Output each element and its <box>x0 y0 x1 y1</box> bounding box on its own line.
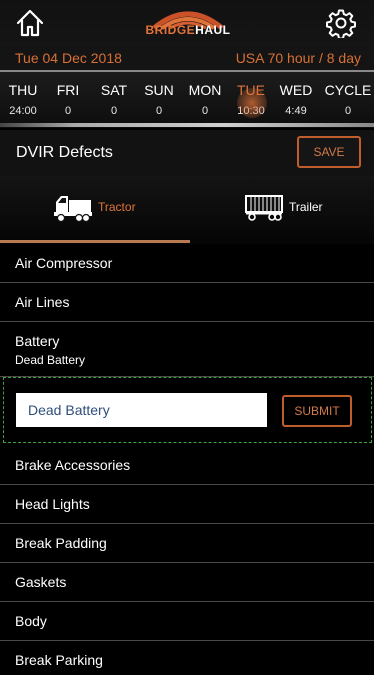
section-header: DVIR Defects SAVE <box>0 130 374 176</box>
tab-tractor[interactable]: Tractor <box>0 176 187 244</box>
truck-icon <box>54 196 92 223</box>
day-hours: 0 <box>110 105 118 117</box>
defect-note-input[interactable] <box>16 393 267 427</box>
defect-label: Break Padding <box>15 535 107 551</box>
day-hours: 24:00 <box>9 105 37 117</box>
day-mon[interactable]: MON 0 <box>180 82 230 117</box>
vehicle-tabs: Tractor Trailer <box>0 176 374 244</box>
day-hours: 0 <box>201 105 209 117</box>
day-thu[interactable]: THU 24:00 <box>0 82 48 117</box>
tab-label: Tractor <box>98 200 136 214</box>
day-name: FRI <box>56 82 80 98</box>
defect-label: Body <box>15 613 47 629</box>
day-name: THU <box>8 82 38 98</box>
defect-note: Dead Battery <box>15 353 86 367</box>
defect-label: Gaskets <box>15 574 67 590</box>
defect-label: Break Parking <box>15 652 103 668</box>
brand-name-part2: HAUL <box>195 23 231 37</box>
home-icon <box>16 9 44 37</box>
defect-label: Battery <box>15 333 60 349</box>
trailer-icon <box>245 195 283 221</box>
defect-label: Head Lights <box>15 496 90 512</box>
day-hours: 0 <box>344 105 352 117</box>
day-name: WED <box>279 82 313 98</box>
day-hours: 4:49 <box>285 105 307 117</box>
date-bar: Tue 04 Dec 2018 USA 70 hour / 8 day <box>0 46 374 70</box>
home-button[interactable] <box>15 8 45 38</box>
app-header: BRIDGEHAUL <box>0 0 374 46</box>
defect-item-battery[interactable]: Battery Dead Battery <box>0 322 374 377</box>
defect-item-head-lights[interactable]: Head Lights <box>0 485 374 524</box>
tab-trailer[interactable]: Trailer <box>187 176 374 244</box>
defect-item-gaskets[interactable]: Gaskets <box>0 563 374 602</box>
settings-button[interactable] <box>326 8 356 40</box>
submit-button[interactable]: SUBMIT <box>282 395 352 427</box>
brand-logo: BRIDGEHAUL <box>140 6 236 42</box>
active-tab-underline <box>0 240 190 243</box>
defect-label: Brake Accessories <box>15 457 131 473</box>
defect-item-air-compressor[interactable]: Air Compressor <box>0 244 374 283</box>
day-wed[interactable]: WED 4:49 <box>271 82 321 117</box>
defect-note-editor: SUBMIT <box>3 377 372 443</box>
day-hours: 0 <box>64 105 72 117</box>
page-title: DVIR Defects <box>16 144 113 161</box>
hos-rule: USA 70 hour / 8 day <box>235 50 361 66</box>
gear-icon <box>326 9 356 40</box>
day-hours: 0 <box>155 105 163 117</box>
defect-item-brake-accessories[interactable]: Brake Accessories <box>0 445 374 485</box>
day-name: SUN <box>144 82 174 98</box>
day-name: SAT <box>100 82 128 98</box>
cycle-total[interactable]: CYCLE 0 <box>323 82 373 117</box>
active-day-indicator <box>237 88 267 118</box>
weekly-hours: THU 24:00 FRI 0 SAT 0 SUN 0 MON 0 TUE 10… <box>0 70 374 128</box>
defect-item-break-padding[interactable]: Break Padding <box>0 524 374 563</box>
defect-label: Air Compressor <box>15 255 113 271</box>
tab-label: Trailer <box>289 200 323 214</box>
day-name: CYCLE <box>324 82 372 98</box>
brand-name-part1: BRIDGE <box>145 23 196 37</box>
days-divider <box>0 123 374 127</box>
save-button[interactable]: SAVE <box>297 136 361 168</box>
defect-label: Air Lines <box>15 294 70 310</box>
current-date: Tue 04 Dec 2018 <box>15 50 122 66</box>
day-fri[interactable]: FRI 0 <box>43 82 93 117</box>
day-sun[interactable]: SUN 0 <box>134 82 184 117</box>
day-name: MON <box>188 82 222 98</box>
defect-item-break-parking[interactable]: Break Parking <box>0 641 374 675</box>
defect-item-body[interactable]: Body <box>0 602 374 641</box>
day-sat[interactable]: SAT 0 <box>89 82 139 117</box>
defect-item-air-lines[interactable]: Air Lines <box>0 283 374 322</box>
